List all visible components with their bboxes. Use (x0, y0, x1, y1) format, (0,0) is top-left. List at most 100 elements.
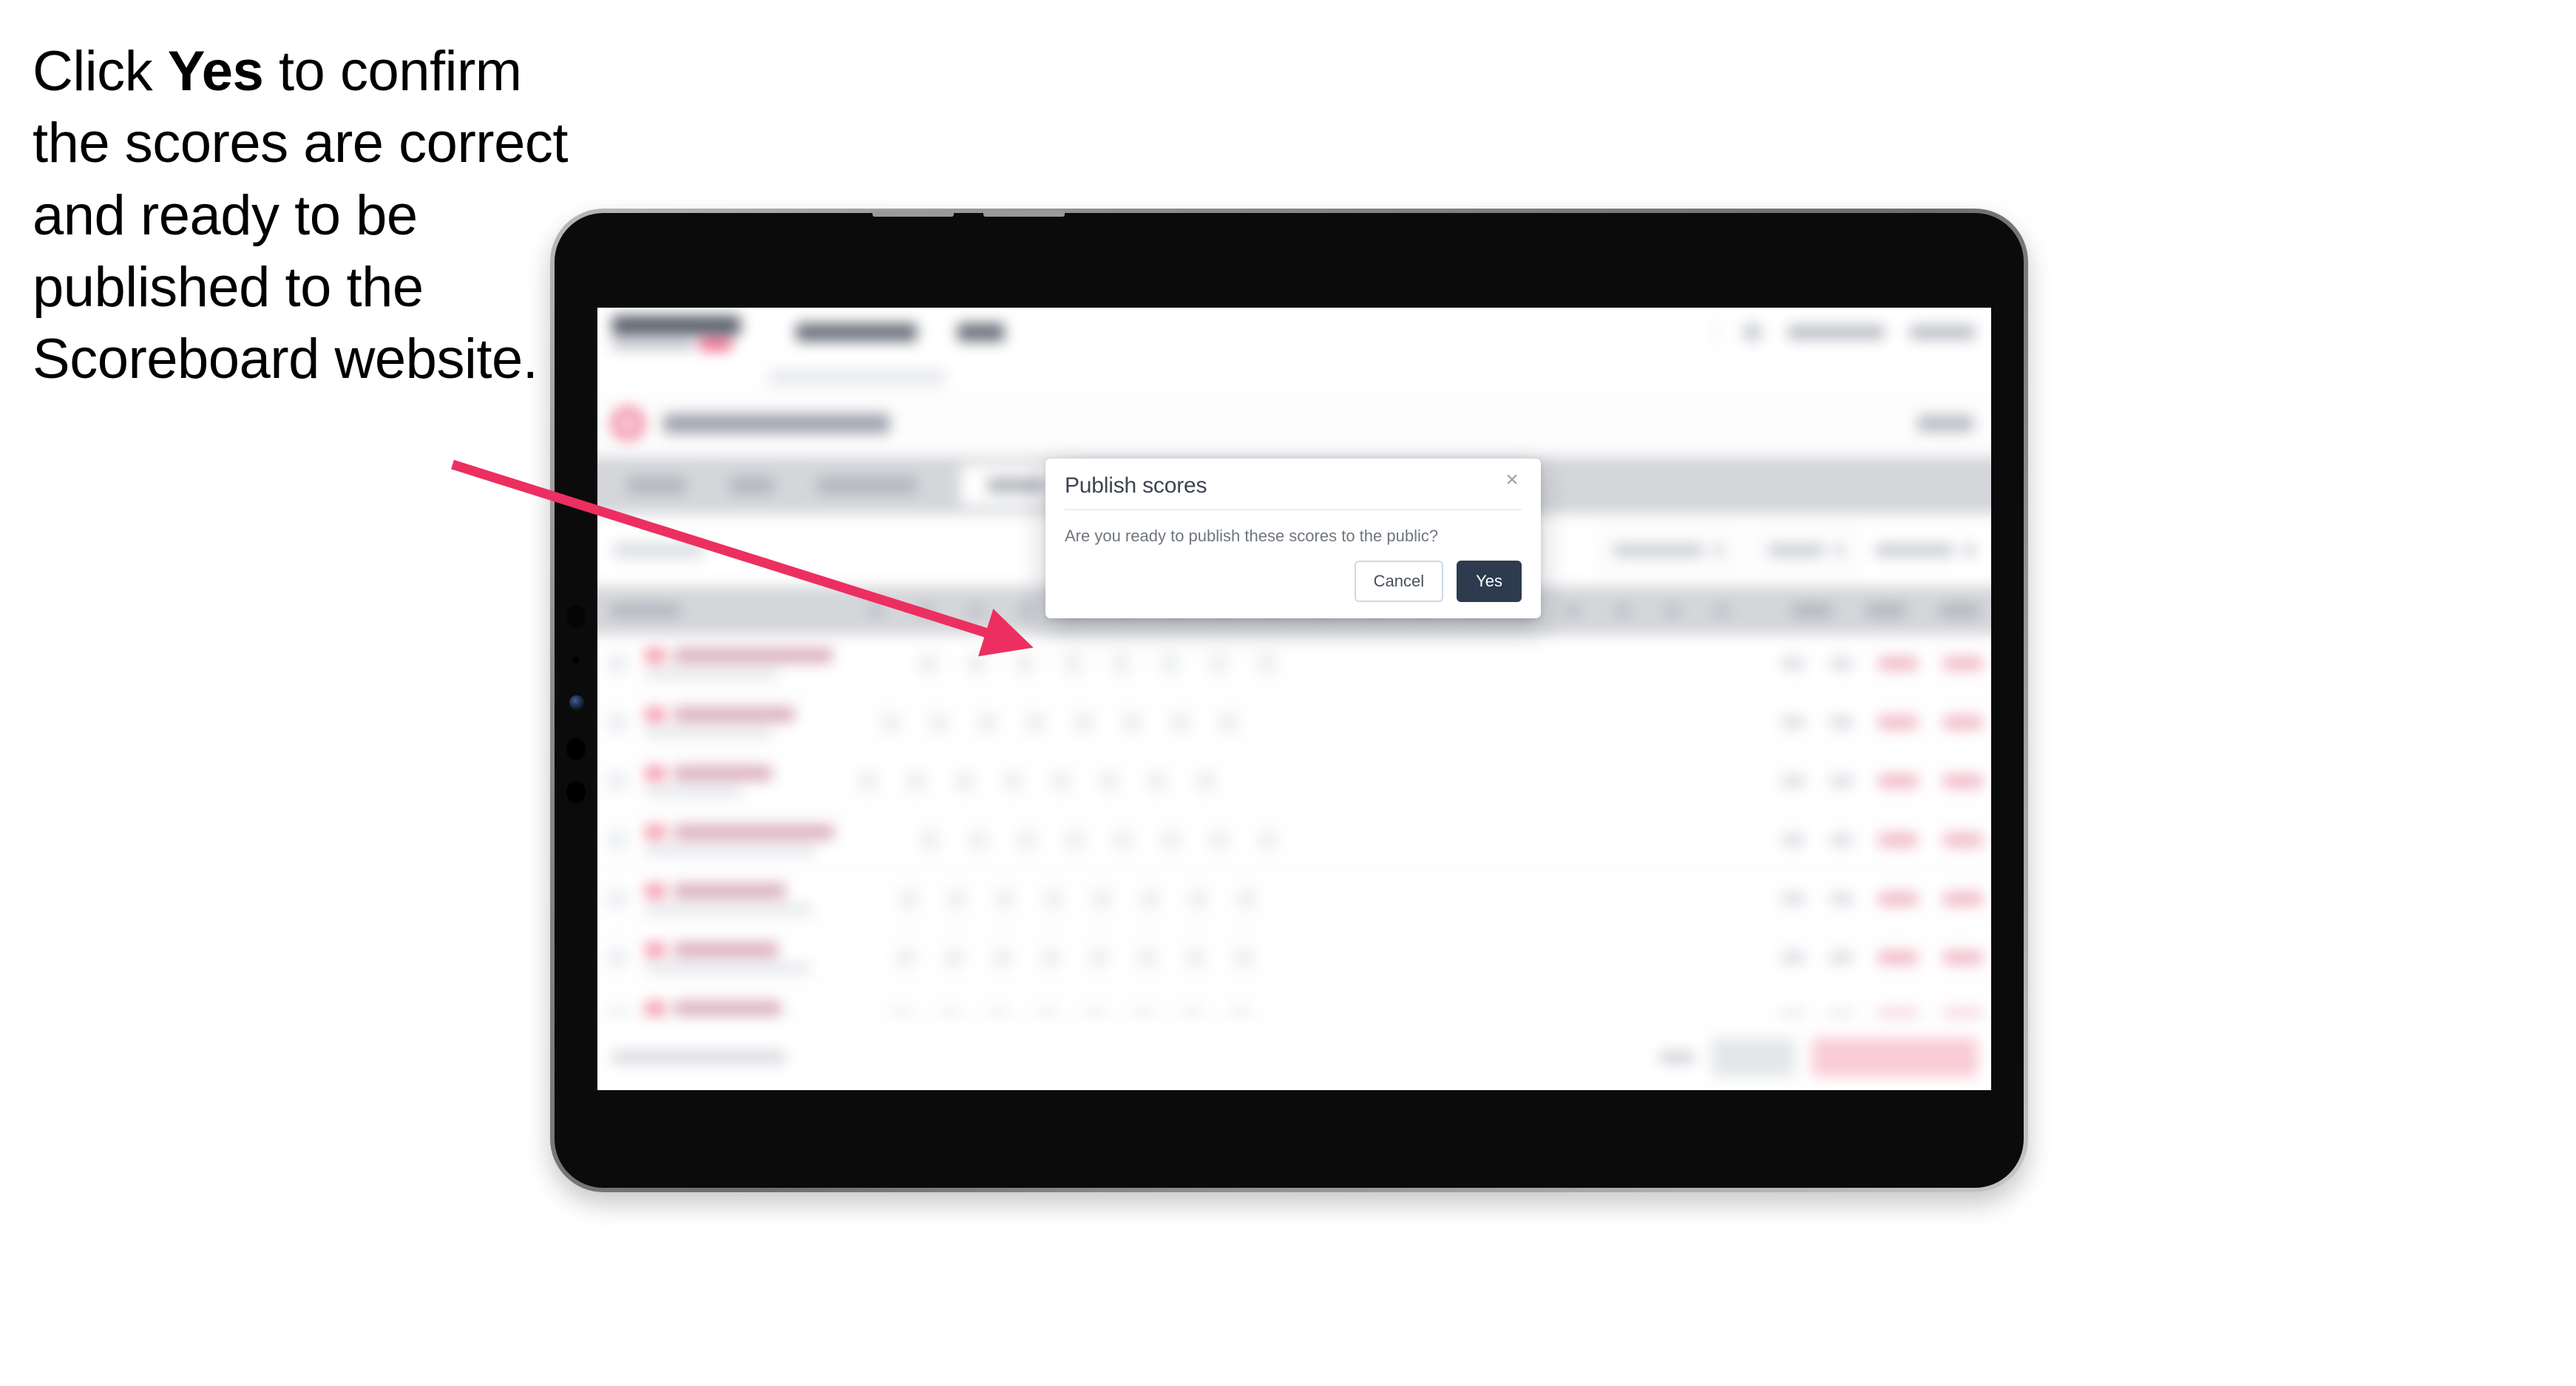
score-cell[interactable] (1254, 827, 1281, 853)
table-row[interactable] (597, 929, 1991, 988)
score-cell[interactable] (1040, 885, 1066, 912)
row-checkbox[interactable] (607, 771, 628, 791)
row-score-cells (916, 827, 1281, 853)
score-cell[interactable] (892, 944, 919, 971)
table-row[interactable] (597, 752, 1991, 811)
score-cell[interactable] (1136, 885, 1163, 912)
score-cell[interactable] (1253, 650, 1279, 677)
score-cell[interactable] (903, 768, 929, 794)
row-checkbox[interactable] (607, 830, 628, 850)
tab-player-list[interactable] (817, 477, 917, 494)
app-breadcrumb-bar (597, 365, 1991, 391)
row-checkbox[interactable] (607, 947, 628, 968)
score-cell[interactable] (965, 827, 991, 853)
row-player-name (674, 765, 773, 781)
nav-signout-link[interactable] (1910, 325, 1976, 339)
score-cell[interactable] (943, 885, 970, 912)
score-cell[interactable] (1071, 709, 1097, 735)
footer-save-button[interactable] (1711, 1037, 1796, 1078)
device-sensor (572, 657, 579, 663)
row-checkbox[interactable] (607, 653, 628, 674)
country-flag-icon (645, 766, 665, 780)
score-cell[interactable] (915, 650, 941, 677)
score-cell[interactable] (1167, 709, 1193, 735)
score-cell[interactable] (1119, 709, 1145, 735)
score-value (1071, 834, 1078, 846)
score-cell[interactable] (1011, 650, 1038, 677)
score-value (1031, 716, 1039, 729)
footer-publish-button[interactable] (1811, 1037, 1979, 1078)
row-score-badge (1878, 774, 1918, 788)
app-logo[interactable] (611, 315, 741, 350)
score-cell[interactable] (1185, 885, 1211, 912)
score-cell[interactable] (1088, 885, 1115, 912)
score-cell[interactable] (989, 944, 1015, 971)
score-cell[interactable] (916, 827, 943, 853)
filter-round-select[interactable] (1755, 530, 1857, 571)
score-value (1023, 834, 1030, 846)
score-cell[interactable] (926, 709, 952, 735)
device-front-lens (569, 695, 584, 710)
table-row[interactable] (597, 870, 1991, 930)
score-cell[interactable] (1182, 944, 1208, 971)
nav-account-link[interactable] (1788, 325, 1885, 339)
footer-cancel-link[interactable] (1659, 1051, 1695, 1064)
score-cell[interactable] (895, 885, 922, 912)
filter-division-select[interactable] (1599, 530, 1737, 571)
score-cell[interactable] (1048, 768, 1074, 794)
score-cell[interactable] (974, 709, 1000, 735)
score-cell[interactable] (1108, 650, 1134, 677)
filter-sort-control[interactable] (1875, 544, 1976, 557)
score-value (1079, 716, 1087, 729)
score-cell[interactable] (992, 885, 1018, 912)
table-row[interactable] (597, 811, 1991, 871)
row-checkbox[interactable] (607, 712, 628, 732)
row-checkbox[interactable] (607, 889, 628, 909)
nav-item-2[interactable] (957, 323, 1005, 342)
score-cell[interactable] (1037, 944, 1063, 971)
score-cell[interactable] (1193, 768, 1218, 794)
tab-format[interactable] (730, 477, 774, 494)
device-power-button[interactable] (983, 211, 1065, 217)
score-cell[interactable] (1230, 944, 1256, 971)
score-cell[interactable] (1022, 709, 1048, 735)
score-cell[interactable] (1013, 827, 1040, 853)
close-icon[interactable]: × (1501, 469, 1523, 491)
footer-status-text (611, 1050, 786, 1064)
score-cell[interactable] (1156, 650, 1183, 677)
cancel-button[interactable]: Cancel (1354, 561, 1444, 602)
score-cell[interactable] (1000, 768, 1026, 794)
score-cell[interactable] (855, 768, 881, 794)
score-cell[interactable] (1215, 709, 1241, 735)
score-cell[interactable] (951, 768, 977, 794)
score-cell[interactable] (1133, 944, 1160, 971)
score-cell[interactable] (1206, 827, 1233, 853)
score-cell[interactable] (963, 650, 989, 677)
score-cell[interactable] (940, 944, 967, 971)
row-status-badge (1943, 833, 1983, 847)
score-cell[interactable] (1096, 768, 1122, 794)
score-cell[interactable] (1145, 768, 1170, 794)
tab-details[interactable] (627, 477, 686, 494)
score-cell[interactable] (1085, 944, 1112, 971)
row-player-info (645, 883, 813, 914)
score-cell[interactable] (1061, 827, 1088, 853)
table-row[interactable] (597, 635, 1991, 694)
breadcrumb[interactable] (768, 369, 946, 386)
row-totals (1781, 774, 1983, 788)
score-cell[interactable] (1204, 650, 1231, 677)
score-cell[interactable] (1110, 827, 1136, 853)
score-cell[interactable] (1060, 650, 1086, 677)
score-cell[interactable] (1158, 827, 1184, 853)
user-avatar-icon[interactable] (1742, 322, 1763, 342)
score-cell[interactable] (1233, 885, 1260, 912)
device-volume-button[interactable] (872, 211, 954, 217)
yes-button[interactable]: Yes (1457, 561, 1522, 602)
nav-item-1[interactable] (796, 323, 917, 342)
score-cell[interactable] (877, 709, 904, 735)
column-header-hole (968, 604, 983, 618)
row-score-badge (1878, 715, 1918, 729)
nav-divider (1715, 317, 1718, 347)
table-row[interactable] (597, 693, 1991, 753)
app-footer-action-bar (597, 1015, 1991, 1090)
